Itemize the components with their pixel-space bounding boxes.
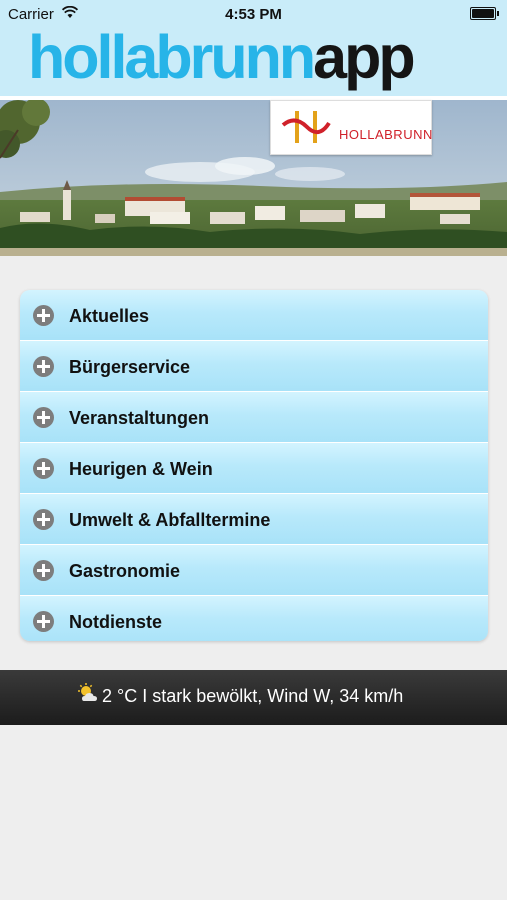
hollabrunn-logo-badge: HOLLABRUNN	[270, 100, 432, 155]
menu-item-label: Heurigen & Wein	[69, 459, 213, 479]
plus-circle-icon	[33, 509, 54, 530]
plus-circle-icon	[33, 458, 54, 479]
logo-part-app: app	[313, 23, 415, 91]
plus-circle-icon	[33, 356, 54, 377]
plus-circle-icon	[33, 560, 54, 581]
main-menu: Aktuelles Bürgerservice Veranstaltungen Heu…	[20, 290, 488, 641]
plus-circle-icon	[33, 407, 54, 428]
battery-icon	[470, 7, 499, 20]
hollabrunn-h-logo-icon	[281, 111, 331, 143]
app-header: Carrier 4:53 PM hollabrunnapp	[0, 0, 507, 96]
partly-cloudy-icon	[78, 683, 97, 701]
menu-item-label: Notdienste	[69, 612, 163, 632]
menu-item-gastronomie[interactable]: Gastronomie	[20, 545, 488, 596]
menu-item-heurigen-wein[interactable]: Heurigen & Wein	[20, 443, 488, 494]
menu-item-notdienste[interactable]: Notdienste	[20, 596, 488, 641]
menu-item-label: Umwelt & Abfalltermine	[69, 510, 271, 530]
menu-item-umwelt-abfalltermine[interactable]: Umwelt & Abfalltermine	[20, 494, 488, 545]
menu-item-label: Gastronomie	[69, 561, 181, 581]
weather-summary: 2 °C I stark bewölkt, Wind W, 34 km/h	[102, 686, 404, 706]
logo-part-hollabrunn: hollabrunn	[28, 23, 316, 91]
menu-item-veranstaltungen[interactable]: Veranstaltungen	[20, 392, 488, 443]
menu-item-label: Aktuelles	[69, 306, 150, 326]
plus-circle-icon	[33, 611, 54, 632]
menu-item-bürgerservice[interactable]: Bürgerservice	[20, 341, 488, 392]
menu-item-aktuelles[interactable]: Aktuelles	[20, 290, 488, 341]
hollabrunn-logo-text: HOLLABRUNN	[339, 127, 433, 142]
plus-circle-icon	[33, 305, 54, 326]
app-logo: hollabrunnapp	[28, 18, 416, 96]
weather-bar[interactable]: 2 °C I stark bewölkt, Wind W, 34 km/h	[0, 670, 507, 725]
menu-item-label: Veranstaltungen	[69, 408, 210, 428]
menu-item-label: Bürgerservice	[69, 357, 191, 377]
